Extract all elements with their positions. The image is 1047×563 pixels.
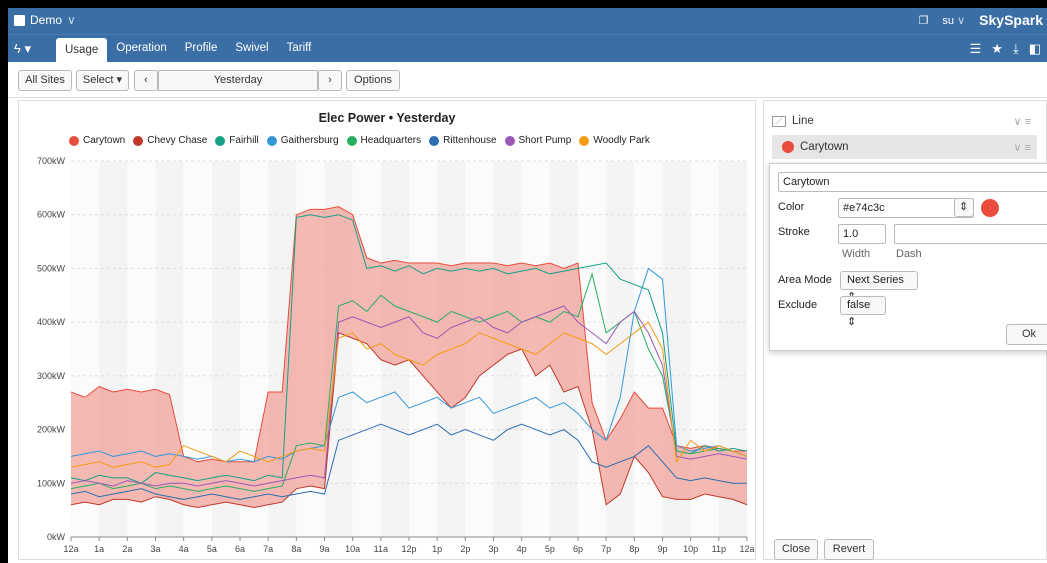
chevron-down-icon: ∨ bbox=[67, 13, 76, 27]
project-switcher[interactable]: Demo ∨ bbox=[14, 13, 76, 27]
y-tick-label: 400kW bbox=[37, 317, 66, 327]
y-tick-label: 600kW bbox=[37, 210, 66, 220]
list-icon[interactable]: ☰ bbox=[970, 41, 982, 57]
windows-icon[interactable]: ❐ bbox=[919, 14, 929, 27]
chevron-right-icon: › bbox=[328, 74, 332, 86]
caret-down-icon: ▾ bbox=[116, 74, 123, 86]
select-dropdown[interactable]: Select ▾ bbox=[76, 70, 129, 91]
ok-button[interactable]: Ok bbox=[1006, 324, 1047, 345]
x-tick-label: 12a bbox=[739, 544, 754, 554]
x-tick-label: 11a bbox=[374, 544, 388, 554]
chevron-left-icon: ‹ bbox=[144, 74, 148, 86]
chart-type-row[interactable]: ⟋ Line ∨ ≡ bbox=[772, 109, 1037, 133]
line-chart-icon: ⟋ bbox=[772, 115, 786, 127]
area-mode-select[interactable]: Next Series ⇕ bbox=[840, 271, 918, 303]
x-tick-label: 3a bbox=[150, 544, 160, 554]
x-tick-label: 7a bbox=[263, 544, 273, 554]
next-date-button[interactable]: › bbox=[318, 70, 342, 91]
x-tick-label: 10a bbox=[345, 544, 360, 554]
row-menu-icon[interactable]: ∨ ≡ bbox=[1013, 141, 1031, 154]
x-tick-label: 4a bbox=[179, 544, 189, 554]
series-row-carytown[interactable]: Carytown ∨ ≡ bbox=[772, 135, 1037, 159]
y-tick-label: 500kW bbox=[37, 263, 66, 273]
y-tick-label: 700kW bbox=[37, 156, 66, 166]
color-stepper[interactable]: ⇕ bbox=[954, 198, 974, 217]
all-sites-button[interactable]: All Sites bbox=[18, 70, 72, 91]
chart-panel: Elec Power • Yesterday Carytown Chevy Cha… bbox=[18, 100, 756, 560]
row-menu-icon[interactable]: ∨ ≡ bbox=[1013, 115, 1031, 128]
project-icon bbox=[14, 14, 25, 26]
series-name-field[interactable] bbox=[778, 172, 1047, 192]
nav-bar: ϟ ▾ Usage Operation Profile Swivel Tarif… bbox=[8, 34, 1047, 62]
x-tick-label: 12p bbox=[401, 544, 416, 554]
app-menu-bolt-icon[interactable]: ϟ ▾ bbox=[14, 41, 31, 57]
x-tick-label: 9a bbox=[319, 544, 329, 554]
tab-tariff[interactable]: Tariff bbox=[278, 35, 321, 62]
x-tick-label: 4p bbox=[517, 544, 527, 554]
y-tick-label: 200kW bbox=[37, 425, 66, 435]
x-tick-label: 5p bbox=[545, 544, 555, 554]
x-tick-label: 6p bbox=[573, 544, 583, 554]
area-mode-value: Next Series bbox=[847, 274, 904, 286]
tab-swivel[interactable]: Swivel bbox=[226, 35, 277, 62]
series-editor-popup: Color ⇕ Stroke Width Dash Area Mode Next… bbox=[769, 163, 1047, 351]
download-icon[interactable]: ⤓ bbox=[1013, 41, 1019, 57]
x-tick-label: 8p bbox=[629, 544, 639, 554]
x-tick-label: 7p bbox=[601, 544, 611, 554]
exclude-label: Exclude bbox=[778, 299, 818, 311]
x-tick-label: 6a bbox=[235, 544, 245, 554]
width-hint: Width bbox=[842, 248, 871, 260]
user-menu[interactable]: su ∨ bbox=[942, 14, 965, 27]
date-range-field[interactable]: Yesterday bbox=[158, 70, 318, 91]
brand-logo: SkySpark bbox=[979, 12, 1043, 28]
stroke-dash-field[interactable] bbox=[894, 224, 1047, 244]
star-icon[interactable]: ★ bbox=[991, 41, 1003, 57]
x-tick-label: 3p bbox=[488, 544, 498, 554]
x-tick-label: 12a bbox=[63, 544, 78, 554]
tab-usage[interactable]: Usage bbox=[56, 38, 108, 62]
series-row-label: Carytown bbox=[800, 141, 849, 153]
area-mode-label: Area Mode bbox=[778, 274, 832, 286]
y-tick-label: 0kW bbox=[47, 532, 66, 542]
tab-operation[interactable]: Operation bbox=[107, 35, 176, 62]
select-label: Select bbox=[82, 74, 114, 86]
chart-type-label: Line bbox=[792, 115, 814, 127]
x-tick-label: 11p bbox=[712, 544, 726, 554]
prev-date-button[interactable]: ‹ bbox=[134, 70, 158, 91]
top-bar: Demo ∨ ❐ su ∨ SkySpark bbox=[8, 8, 1047, 34]
project-name: Demo bbox=[30, 13, 63, 27]
app-tabs: Usage Operation Profile Swivel Tariff bbox=[56, 35, 320, 62]
x-tick-label: 2a bbox=[122, 544, 132, 554]
stroke-label: Stroke bbox=[778, 226, 810, 238]
chart-plot: 0kW 100kW 200kW 300kW 400kW 500kW 600kW 700kW 12… bbox=[37, 156, 755, 554]
y-tick-label: 100kW bbox=[37, 478, 66, 488]
close-button[interactable]: Close bbox=[774, 539, 818, 560]
chevron-down-icon: ∨ bbox=[957, 14, 966, 27]
exclude-select[interactable]: false ⇕ bbox=[840, 296, 886, 328]
x-tick-label: 10p bbox=[683, 544, 698, 554]
x-tick-label: 5a bbox=[207, 544, 217, 554]
series-color-dot bbox=[782, 141, 794, 153]
panel-toggle-icon[interactable]: ◧ bbox=[1029, 41, 1041, 57]
user-name: su bbox=[942, 14, 955, 27]
x-tick-label: 1p bbox=[432, 544, 442, 554]
tab-profile[interactable]: Profile bbox=[176, 35, 227, 62]
x-tick-label: 9p bbox=[657, 544, 667, 554]
options-button[interactable]: Options bbox=[346, 70, 400, 91]
exclude-value: false bbox=[847, 299, 871, 311]
dash-hint: Dash bbox=[896, 248, 922, 260]
x-tick-label: 1a bbox=[94, 544, 104, 554]
color-label: Color bbox=[778, 201, 805, 213]
revert-button[interactable]: Revert bbox=[824, 539, 874, 560]
x-tick-label: 2p bbox=[460, 544, 470, 554]
stroke-width-field[interactable] bbox=[838, 224, 886, 244]
color-swatch[interactable] bbox=[981, 199, 999, 217]
app-window: Demo ∨ ❐ su ∨ SkySpark ϟ ▾ Usage Operati… bbox=[8, 8, 1047, 563]
y-tick-label: 300kW bbox=[37, 371, 66, 381]
toolbar: All Sites Select ▾ ‹ Yesterday › Options bbox=[8, 62, 1047, 98]
x-tick-label: 8a bbox=[291, 544, 301, 554]
